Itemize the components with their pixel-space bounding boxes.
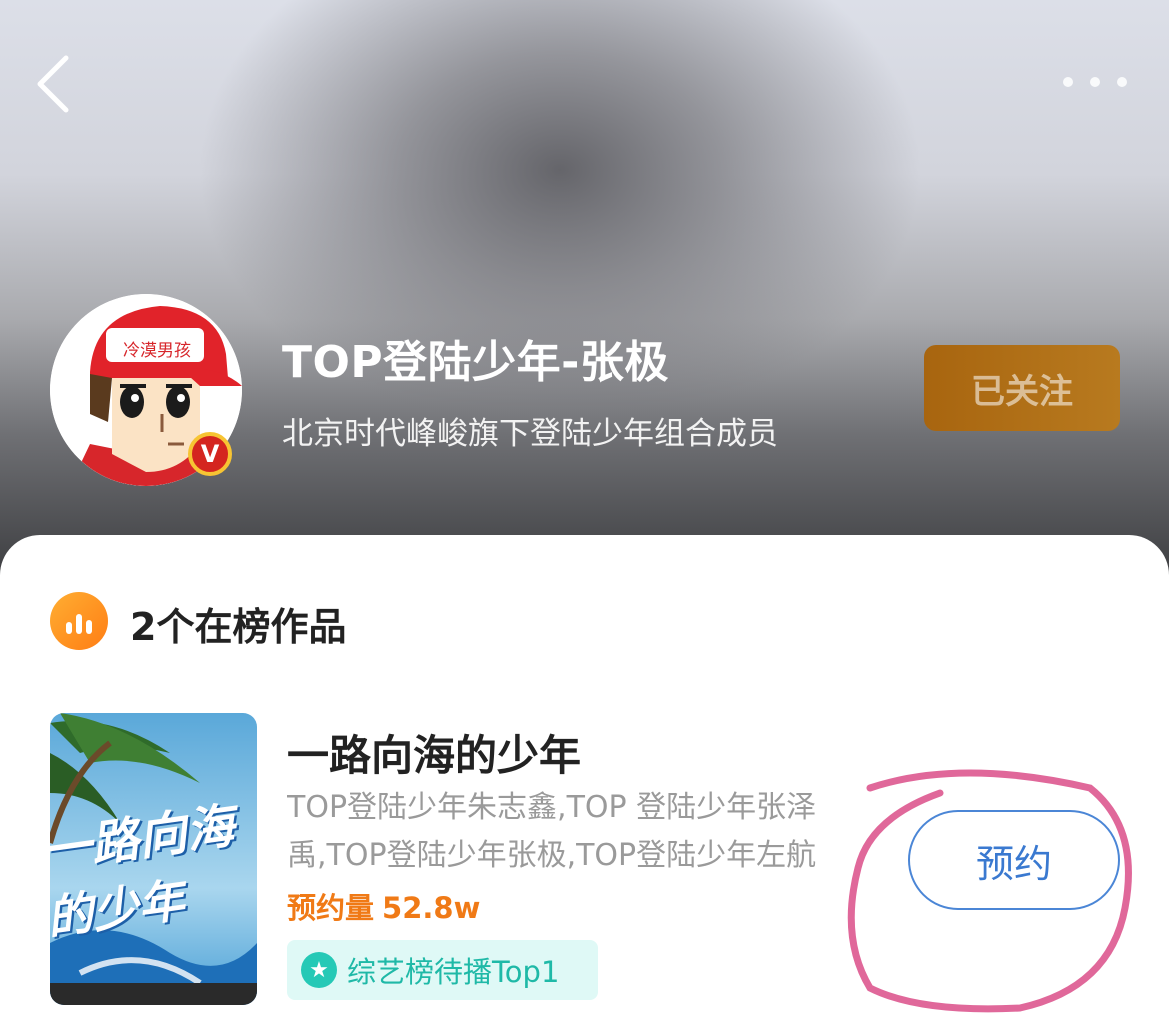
show-cast-line2: 禹,TOP登陆少年张极,TOP登陆少年左航 <box>287 838 817 873</box>
show-cast: TOP登陆少年朱志鑫,TOP 登陆少年张泽 禹,TOP登陆少年张极,TOP登陆少… <box>287 784 892 880</box>
avatar-cap-text: 冷漠男孩 <box>123 341 191 361</box>
section-title: 2个在榜作品 <box>130 605 347 649</box>
chart-bars-icon <box>50 592 108 650</box>
show-cast-line1: TOP登陆少年朱志鑫,TOP 登陆少年张泽 <box>287 790 817 825</box>
booking-count-value: 52.8w <box>382 891 481 925</box>
more-button[interactable] <box>1063 70 1127 94</box>
verified-badge-icon: V <box>188 432 232 476</box>
star-icon: ★ <box>301 952 337 988</box>
rank-tag[interactable]: ★ 综艺榜待播Top1 <box>287 940 598 1000</box>
more-dot <box>1063 77 1073 87</box>
rank-tag-label: 综艺榜待播Top1 <box>347 955 560 989</box>
more-dot <box>1117 77 1127 87</box>
profile-name: TOP登陆少年-张极 <box>282 337 669 388</box>
profile-header-background <box>0 0 1169 580</box>
chevron-left-icon <box>37 55 69 113</box>
following-button[interactable]: 已关注 <box>924 345 1120 431</box>
profile-description[interactable]: 北京时代峰峻旗下登陆少年组合成员 <box>282 408 892 453</box>
show-title[interactable]: 一路向海的少年 <box>287 722 581 783</box>
reserve-button[interactable]: 预约 <box>908 810 1120 910</box>
show-poster[interactable]: 一路向海 的少年 <box>50 713 257 1005</box>
booking-count: 预约量 52.8w <box>287 885 480 927</box>
back-button[interactable] <box>30 50 78 118</box>
more-dot <box>1090 77 1100 87</box>
booking-count-label: 预约量 <box>287 891 375 925</box>
